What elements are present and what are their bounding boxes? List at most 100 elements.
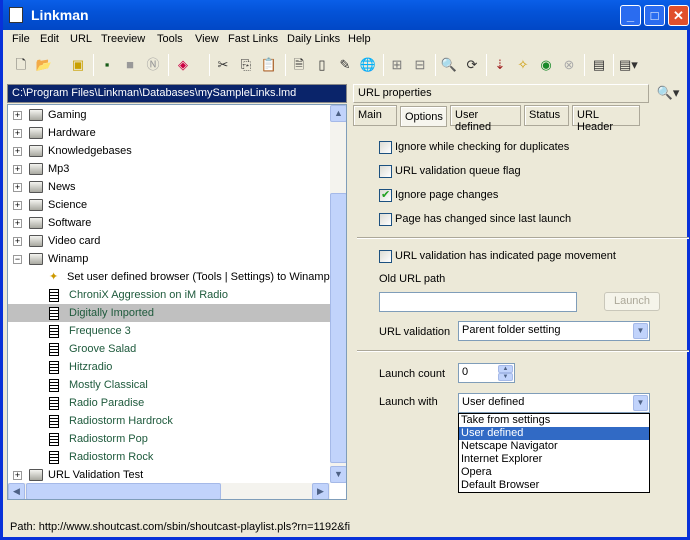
tree-link-item[interactable]: Radio Paradise: [8, 394, 330, 412]
tree-folder[interactable]: + Hardware: [8, 124, 330, 142]
scroll-down-button[interactable]: ▼: [330, 466, 346, 483]
save-icon[interactable]: ▪: [98, 56, 116, 74]
horizontal-scrollbar[interactable]: ◀ ▶: [8, 483, 330, 499]
url-validation-select[interactable]: Parent folder setting ▼: [458, 321, 650, 341]
tree-folder[interactable]: + Software: [8, 214, 330, 232]
open-icon[interactable]: 📂: [35, 56, 53, 74]
minimize-button[interactable]: _: [620, 5, 641, 26]
page-changed-checkbox[interactable]: [379, 213, 392, 226]
tab-status[interactable]: Status: [524, 105, 569, 126]
scroll-left-button[interactable]: ◀: [8, 483, 25, 499]
properties-icon[interactable]: ▤: [590, 56, 608, 74]
copy-icon[interactable]: ⎘: [237, 56, 255, 74]
folder-star-icon[interactable]: ▣: [69, 56, 87, 74]
stop-icon[interactable]: ⊗: [560, 56, 578, 74]
option-take-from-settings[interactable]: Take from settings: [459, 414, 649, 427]
tree-link-item[interactable]: Mostly Classical: [8, 376, 330, 394]
scroll-right-button[interactable]: ▶: [312, 483, 329, 499]
tree-folder[interactable]: + Video card: [8, 232, 330, 250]
old-url-input[interactable]: [379, 292, 577, 312]
edit-icon[interactable]: ✎: [336, 56, 354, 74]
validate-icon[interactable]: ◉: [537, 56, 555, 74]
option-internet-explorer[interactable]: Internet Explorer: [459, 453, 649, 466]
tree-link-item[interactable]: Radiostorm Pop: [8, 430, 330, 448]
collapse-icon[interactable]: ⊟: [411, 56, 429, 74]
vertical-scroll-thumb[interactable]: [330, 193, 346, 463]
tab-user-defined[interactable]: User defined: [450, 105, 521, 133]
tab-url-header[interactable]: URL Header: [572, 105, 640, 133]
menu-edit[interactable]: Edit: [40, 33, 59, 45]
tree-link-item[interactable]: ChroniX Aggression on iM Radio: [8, 286, 330, 304]
tree-folder[interactable]: + News: [8, 178, 330, 196]
expand-icon[interactable]: +: [13, 129, 22, 138]
menu-treeview[interactable]: Treeview: [101, 33, 145, 45]
menu-url[interactable]: URL: [70, 33, 92, 45]
expand-icon[interactable]: +: [13, 183, 22, 192]
browser-icon[interactable]: ◈: [174, 56, 192, 74]
close-button[interactable]: ✕: [668, 5, 689, 26]
sync-icon[interactable]: ⟳: [463, 56, 481, 74]
expand-icon[interactable]: +: [13, 219, 22, 228]
tree-folder[interactable]: + Mp3: [8, 160, 330, 178]
scroll-up-button[interactable]: ▲: [330, 105, 346, 122]
ignore-duplicates-checkbox[interactable]: [379, 141, 392, 154]
launch-button[interactable]: Launch: [604, 292, 660, 311]
expand-icon[interactable]: +: [13, 471, 22, 480]
tree-folder[interactable]: + Science: [8, 196, 330, 214]
add-folder-icon[interactable]: ▯: [313, 56, 331, 74]
tab-main[interactable]: Main: [353, 105, 397, 126]
horizontal-scroll-thumb[interactable]: [26, 483, 221, 499]
validation-queue-checkbox[interactable]: [379, 165, 392, 178]
add-link-icon[interactable]: 🗎: [290, 56, 308, 74]
tree-folder[interactable]: + URL Validation Test: [8, 466, 330, 484]
stepper-down-icon[interactable]: ▼: [498, 373, 513, 381]
page-movement-checkbox[interactable]: [379, 250, 392, 263]
expand-icon[interactable]: +: [13, 165, 22, 174]
tree-link-item[interactable]: Digitally Imported: [8, 304, 330, 322]
tree-link-item[interactable]: Radiostorm Hardrock: [8, 412, 330, 430]
tree-link-item[interactable]: Groove Salad: [8, 340, 330, 358]
collapse-icon[interactable]: −: [13, 255, 22, 264]
chevron-down-icon[interactable]: ▼: [633, 395, 648, 411]
expand-icon[interactable]: +: [13, 147, 22, 156]
tree-folder[interactable]: + Gaming: [8, 106, 330, 124]
menu-daily-links[interactable]: Daily Links: [287, 33, 340, 45]
cut-icon[interactable]: ✂: [214, 56, 232, 74]
stepper-up-icon[interactable]: ▲: [498, 365, 513, 373]
option-user-defined[interactable]: User defined: [459, 427, 649, 440]
panel-options-icon[interactable]: 🔍▾: [653, 84, 683, 102]
globe-icon[interactable]: 🌐: [359, 56, 377, 74]
menu-file[interactable]: File: [12, 33, 30, 45]
chevron-down-icon[interactable]: ▼: [633, 323, 648, 339]
launch-count-stepper[interactable]: 0 ▲ ▼: [458, 363, 515, 383]
menu-fast-links[interactable]: Fast Links: [228, 33, 278, 45]
tree-note[interactable]: ✦ Set user defined browser (Tools | Setti…: [8, 268, 330, 286]
tab-options[interactable]: Options: [400, 106, 447, 127]
option-default-browser[interactable]: Default Browser: [459, 479, 649, 492]
clean-icon[interactable]: ✧: [514, 56, 532, 74]
sort-icon[interactable]: ⇣: [491, 56, 509, 74]
launch-with-select[interactable]: User defined ▼: [458, 393, 650, 413]
find-icon[interactable]: 🔍: [440, 56, 458, 74]
tree-link-item[interactable]: Hitzradio: [8, 358, 330, 376]
expand-icon[interactable]: +: [13, 111, 22, 120]
option-netscape-navigator[interactable]: Netscape Navigator: [459, 440, 649, 453]
expand-icon[interactable]: ⊞: [388, 56, 406, 74]
folder-icon[interactable]: ■: [121, 56, 139, 74]
vertical-scrollbar[interactable]: ▲ ▼: [330, 105, 346, 483]
tree-folder[interactable]: + Knowledgebases: [8, 142, 330, 160]
tree-link-item[interactable]: Radiostorm Rock: [8, 448, 330, 466]
n-icon[interactable]: Ⓝ: [144, 56, 162, 74]
option-opera[interactable]: Opera: [459, 466, 649, 479]
expand-icon[interactable]: +: [13, 237, 22, 246]
ignore-page-changes-checkbox[interactable]: [379, 188, 392, 202]
maximize-button[interactable]: □: [644, 5, 665, 26]
menu-tools[interactable]: Tools: [157, 33, 183, 45]
tree-link-item[interactable]: Frequence 3: [8, 322, 330, 340]
new-icon[interactable]: 🗋: [12, 56, 30, 74]
tree-view[interactable]: ▲ ▼ ◀ ▶ + Gaming + Hardware + Knowledgebases +…: [7, 104, 347, 500]
menu-view[interactable]: View: [195, 33, 219, 45]
menu-help[interactable]: Help: [348, 33, 371, 45]
view-options-icon[interactable]: ▤▾: [619, 56, 638, 74]
tree-folder[interactable]: − Winamp: [8, 250, 330, 268]
